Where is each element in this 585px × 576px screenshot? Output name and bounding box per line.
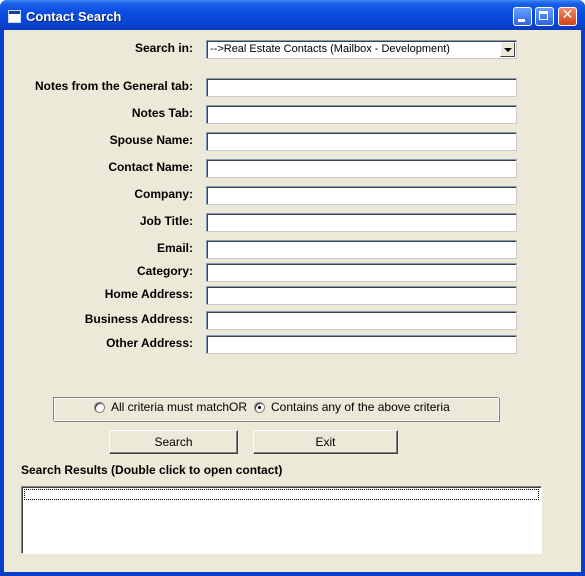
- contact-name-label: Contact Name:: [108, 160, 193, 174]
- minimize-button[interactable]: [513, 7, 532, 26]
- spouse-name-input[interactable]: [206, 132, 517, 151]
- radio-any-criteria[interactable]: [254, 402, 265, 413]
- category-input[interactable]: [206, 263, 517, 282]
- form-client-area: Search in: -->Real Estate Contacts (Mail…: [4, 30, 581, 572]
- notes-tab-input[interactable]: [206, 105, 517, 124]
- search-button[interactable]: Search: [109, 430, 238, 454]
- spouse-name-label: Spouse Name:: [109, 133, 193, 147]
- search-results-list[interactable]: [21, 486, 542, 554]
- notes-general-label: Notes from the General tab:: [34, 79, 193, 93]
- maximize-icon: [539, 11, 548, 20]
- chevron-down-icon[interactable]: [500, 42, 515, 57]
- minimize-icon: [518, 19, 525, 22]
- or-label: OR: [229, 400, 247, 414]
- job-title-label: Job Title:: [139, 214, 193, 228]
- email-input[interactable]: [206, 240, 517, 259]
- search-in-value: -->Real Estate Contacts (Mailbox - Devel…: [210, 43, 450, 55]
- category-label: Category:: [136, 264, 193, 278]
- home-address-input[interactable]: [206, 286, 517, 305]
- search-results-label: Search Results (Double click to open con…: [21, 463, 283, 477]
- email-label: Email:: [156, 241, 193, 255]
- company-label: Company:: [134, 187, 193, 201]
- any-criteria-label[interactable]: Contains any of the above criteria: [271, 400, 450, 414]
- maximize-button[interactable]: [535, 7, 554, 26]
- search-in-label: Search in:: [134, 41, 193, 55]
- contact-search-window: Contact Search ✕ Search in: -->Real Esta…: [0, 0, 585, 576]
- contact-name-input[interactable]: [206, 159, 517, 178]
- exit-button[interactable]: Exit: [253, 430, 398, 454]
- other-address-input[interactable]: [206, 335, 517, 354]
- notes-tab-label: Notes Tab:: [131, 106, 193, 120]
- home-address-label: Home Address:: [104, 287, 193, 301]
- close-button[interactable]: ✕: [558, 7, 577, 26]
- company-input[interactable]: [206, 186, 517, 205]
- job-title-input[interactable]: [206, 213, 517, 232]
- title-bar[interactable]: Contact Search ✕: [0, 0, 585, 30]
- window-title: Contact Search: [26, 9, 122, 24]
- radio-all-criteria[interactable]: [94, 402, 105, 413]
- business-address-input[interactable]: [206, 311, 517, 330]
- search-in-dropdown[interactable]: -->Real Estate Contacts (Mailbox - Devel…: [206, 40, 517, 59]
- list-focus-row[interactable]: [24, 489, 539, 500]
- app-window-icon[interactable]: [8, 10, 21, 23]
- other-address-label: Other Address:: [106, 336, 193, 350]
- notes-general-input[interactable]: [206, 78, 517, 97]
- business-address-label: Business Address:: [84, 312, 193, 326]
- close-icon: ✕: [561, 7, 574, 23]
- all-criteria-label[interactable]: All criteria must match: [111, 400, 229, 414]
